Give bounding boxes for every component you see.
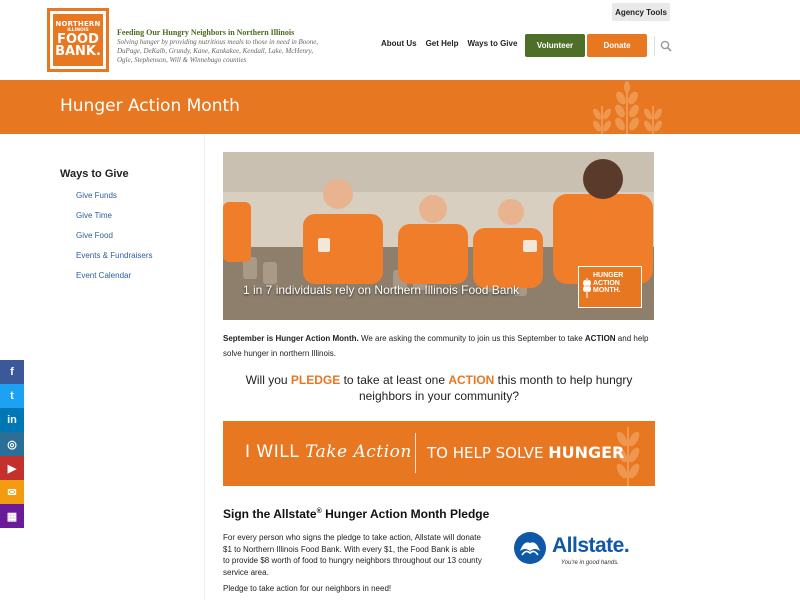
agency-tools-button[interactable]: Agency Tools — [612, 3, 670, 21]
page-banner: Hunger Action Month — [0, 80, 800, 134]
sign-title-part-2: Hunger Action Month Pledge — [321, 507, 490, 521]
banner-left-text: I WILL Take Action — [245, 442, 412, 462]
youtube-icon[interactable]: ▶ — [0, 456, 24, 480]
hunger-action-month-badge: HUNGER ACTION MONTH. — [578, 266, 642, 308]
sidebar-list: Give Funds Give Time Give Food Events & … — [60, 190, 200, 290]
email-icon[interactable]: ✉ — [0, 480, 24, 504]
wheat-small-icon — [583, 278, 591, 298]
nav-divider — [654, 36, 655, 56]
allstate-wordmark: Allstate. — [552, 534, 630, 557]
tagline-text: Solving hunger by providing nutritious m… — [117, 38, 319, 65]
sign-call-to-action: Pledge to take action for our neighbors … — [223, 584, 392, 593]
badge-line-1: HUNGER — [593, 272, 624, 279]
banner-hunger: HUNGER — [548, 443, 625, 462]
twitter-icon[interactable]: t — [0, 384, 24, 408]
pledge-q-part-1: Will you — [245, 373, 291, 387]
page-title: Hunger Action Month — [60, 96, 240, 116]
intro-bold-2: ACTION — [584, 334, 616, 343]
donate-button[interactable]: Donate — [587, 34, 647, 57]
logo-line-1: NORTHERN — [55, 20, 101, 29]
linkedin-icon[interactable]: in — [0, 408, 24, 432]
nav-about-us[interactable]: About Us — [381, 39, 417, 48]
banner-right-text: TO HELP SOLVE HUNGER — [427, 443, 624, 462]
pledge-question: Will you PLEDGE to take at least one ACT… — [223, 373, 655, 404]
food-bank-logo[interactable]: NORTHERN ILLINOIS FOOD BANK. — [47, 8, 109, 72]
pledge-highlight: PLEDGE — [290, 373, 341, 387]
intro-text-1: We are asking the community to join us t… — [358, 334, 585, 343]
hero-image: 1 in 7 individuals rely on Northern Illi… — [223, 152, 654, 320]
sidebar: Ways to Give Give Funds Give Time Give F… — [60, 168, 200, 290]
search-icon[interactable] — [660, 40, 672, 52]
sign-title-part-1: Sign the Allstate — [223, 507, 317, 521]
nav-get-help[interactable]: Get Help — [426, 39, 459, 48]
banner-divider — [415, 433, 416, 473]
tagline: Feeding Our Hungry Neighbors in Northern… — [117, 28, 327, 65]
instagram-icon[interactable]: ◎ — [0, 432, 24, 456]
sign-pledge-heading: Sign the Allstate® Hunger Action Month P… — [223, 507, 489, 521]
nav-ways-to-give[interactable]: Ways to Give — [467, 39, 517, 48]
sidebar-divider — [204, 134, 205, 600]
pledge-q-part-2: to take at least one — [340, 373, 449, 387]
allstate-logo[interactable]: Allstate. You're in good hands. — [513, 531, 643, 569]
sidebar-item-events-fundraisers[interactable]: Events & Fundraisers — [60, 250, 200, 270]
banner-take-action: Take Action — [305, 442, 412, 462]
action-highlight: ACTION — [448, 373, 495, 387]
intro-paragraph: September is Hunger Action Month. We are… — [223, 332, 655, 362]
allstate-hands-icon — [514, 532, 546, 564]
allstate-tagline: You're in good hands. — [561, 560, 619, 566]
logo-line-4: BANK. — [55, 44, 101, 60]
main-nav: About Us Get Help Ways to Give — [381, 39, 526, 48]
tagline-title: Feeding Our Hungry Neighbors in Northern… — [117, 28, 295, 37]
calendar-icon[interactable]: ▦ — [0, 504, 24, 528]
badge-line-2: ACTION — [593, 279, 620, 287]
sidebar-title: Ways to Give — [60, 168, 129, 180]
hero-caption: 1 in 7 individuals rely on Northern Illi… — [243, 283, 520, 297]
take-action-banner[interactable]: I WILL Take Action TO HELP SOLVE HUNGER — [223, 421, 655, 486]
site-header: NORTHERN ILLINOIS FOOD BANK. Feeding Our… — [0, 0, 800, 80]
banner-to-help-solve: TO HELP SOLVE — [427, 444, 549, 462]
sidebar-item-event-calendar[interactable]: Event Calendar — [60, 270, 200, 290]
sign-body-text: For every person who signs the pledge to… — [223, 533, 482, 577]
social-share-bar: f t in ◎ ▶ ✉ ▦ — [0, 360, 24, 528]
wheat-icon — [593, 81, 662, 134]
volunteer-button[interactable]: Volunteer — [525, 34, 585, 57]
badge-line-3: MONTH. — [593, 287, 621, 295]
banner-i-will: I WILL — [245, 442, 306, 462]
facebook-icon[interactable]: f — [0, 360, 24, 384]
sidebar-item-give-food[interactable]: Give Food — [60, 230, 200, 250]
sidebar-item-give-funds[interactable]: Give Funds — [60, 190, 200, 210]
intro-bold-1: September is Hunger Action Month. — [223, 334, 359, 343]
sidebar-item-give-time[interactable]: Give Time — [60, 210, 200, 230]
